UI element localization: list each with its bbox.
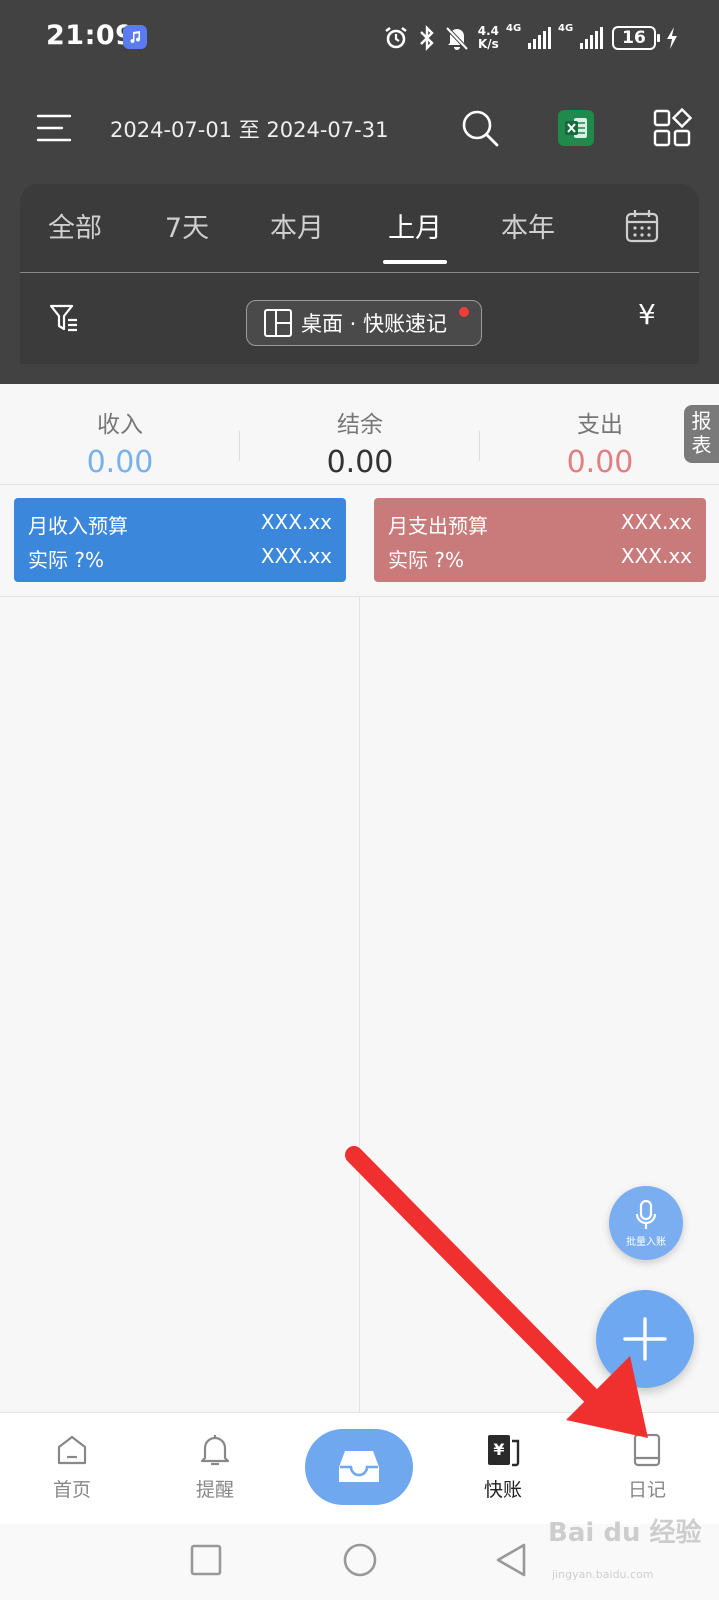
alarm-icon bbox=[384, 26, 407, 49]
desk-quick-note-chip[interactable]: 桌面 · 快账速记 bbox=[246, 300, 482, 346]
balance-value: 0.00 bbox=[326, 445, 394, 480]
tab-this-month[interactable]: 本月 bbox=[242, 206, 352, 245]
signal-4g-2-icon: 4G bbox=[558, 23, 603, 49]
nav-inbox-button[interactable] bbox=[305, 1429, 413, 1505]
currency-button[interactable]: ¥ bbox=[638, 298, 656, 331]
nav-reminder[interactable]: 提醒 bbox=[170, 1433, 260, 1502]
nav-diary[interactable]: 日记 bbox=[602, 1433, 692, 1502]
bluetooth-icon bbox=[419, 25, 434, 51]
home-icon bbox=[57, 1435, 87, 1465]
period-tabs: 全部 7天 本月 上月 本年 bbox=[20, 184, 699, 270]
ledger-icon: ¥ bbox=[488, 1435, 520, 1467]
diary-icon bbox=[633, 1433, 661, 1467]
back-icon[interactable] bbox=[492, 1540, 532, 1580]
music-app-icon bbox=[123, 25, 147, 49]
nav-home[interactable]: 首页 bbox=[27, 1433, 117, 1502]
signal-4g-1-icon: 4G bbox=[506, 23, 551, 49]
income-summary: 收入 0.00 bbox=[0, 405, 240, 480]
notification-dot bbox=[459, 307, 469, 317]
status-icons: 4.4 K/s 4G 4G 16 bbox=[383, 20, 679, 56]
column-split bbox=[359, 596, 360, 1412]
calendar-icon[interactable] bbox=[624, 208, 660, 244]
tab-7days[interactable]: 7天 bbox=[132, 206, 242, 245]
top-toolbar: 2024-07-01 至 2024-07-31 bbox=[0, 90, 719, 162]
tab-all[interactable]: 全部 bbox=[20, 206, 130, 245]
status-bar: 21:09 4.4 K/s 4G 4G 16 bbox=[0, 0, 719, 74]
desk-chip-label: 桌面 · 快账速记 bbox=[301, 312, 448, 336]
battery-indicator: 16 bbox=[612, 26, 660, 50]
divider bbox=[0, 484, 719, 485]
expense-budget-card[interactable]: 月支出预算 XXX.xx 实际 ?% XXX.xx bbox=[374, 498, 706, 582]
tab-divider bbox=[20, 272, 699, 273]
period-card: 全部 7天 本月 上月 本年 桌面 · 快账速记 ¥ bbox=[20, 184, 699, 364]
svg-text:¥: ¥ bbox=[493, 1440, 504, 1459]
apps-grid-icon[interactable] bbox=[652, 108, 692, 148]
report-tab[interactable]: 报表 bbox=[684, 405, 719, 463]
tab-this-year[interactable]: 本年 bbox=[473, 206, 583, 245]
add-record-button[interactable] bbox=[596, 1290, 694, 1388]
excel-icon[interactable] bbox=[558, 110, 594, 146]
batch-entry-button[interactable]: 批量入账 bbox=[609, 1186, 683, 1260]
recent-apps-icon[interactable] bbox=[186, 1540, 226, 1580]
filter-icon[interactable] bbox=[48, 302, 80, 334]
menu-icon[interactable] bbox=[36, 110, 72, 146]
network-speed: 4.4 K/s bbox=[477, 24, 499, 51]
summary-row: 收入 0.00 结余 0.00 支出 0.00 bbox=[0, 405, 719, 485]
baidu-watermark: Bai du 经验 bbox=[548, 1518, 702, 1548]
layout-icon bbox=[264, 309, 292, 337]
home-circle-icon[interactable] bbox=[340, 1540, 380, 1580]
bottom-nav: 首页 提醒 ¥ 快账 日记 bbox=[0, 1412, 719, 1524]
nav-quick-ledger[interactable]: ¥ 快账 bbox=[458, 1433, 548, 1502]
plus-icon bbox=[623, 1317, 667, 1361]
active-tab-indicator bbox=[383, 260, 447, 264]
inbox-icon bbox=[339, 1451, 379, 1482]
date-range[interactable]: 2024-07-01 至 2024-07-31 bbox=[110, 114, 388, 144]
income-value: 0.00 bbox=[86, 445, 154, 480]
status-time: 21:09 bbox=[46, 20, 135, 51]
microphone-icon bbox=[635, 1199, 657, 1229]
bell-icon bbox=[200, 1435, 230, 1466]
mute-bell-icon bbox=[445, 26, 469, 51]
watermark-url: jingyan.baidu.com bbox=[552, 1568, 654, 1581]
balance-summary: 结余 0.00 bbox=[240, 405, 480, 480]
charging-icon bbox=[667, 27, 677, 49]
income-budget-card[interactable]: 月收入预算 XXX.xx 实际 ?% XXX.xx bbox=[14, 498, 346, 582]
search-icon[interactable] bbox=[460, 108, 500, 148]
tab-last-month[interactable]: 上月 bbox=[360, 206, 470, 245]
